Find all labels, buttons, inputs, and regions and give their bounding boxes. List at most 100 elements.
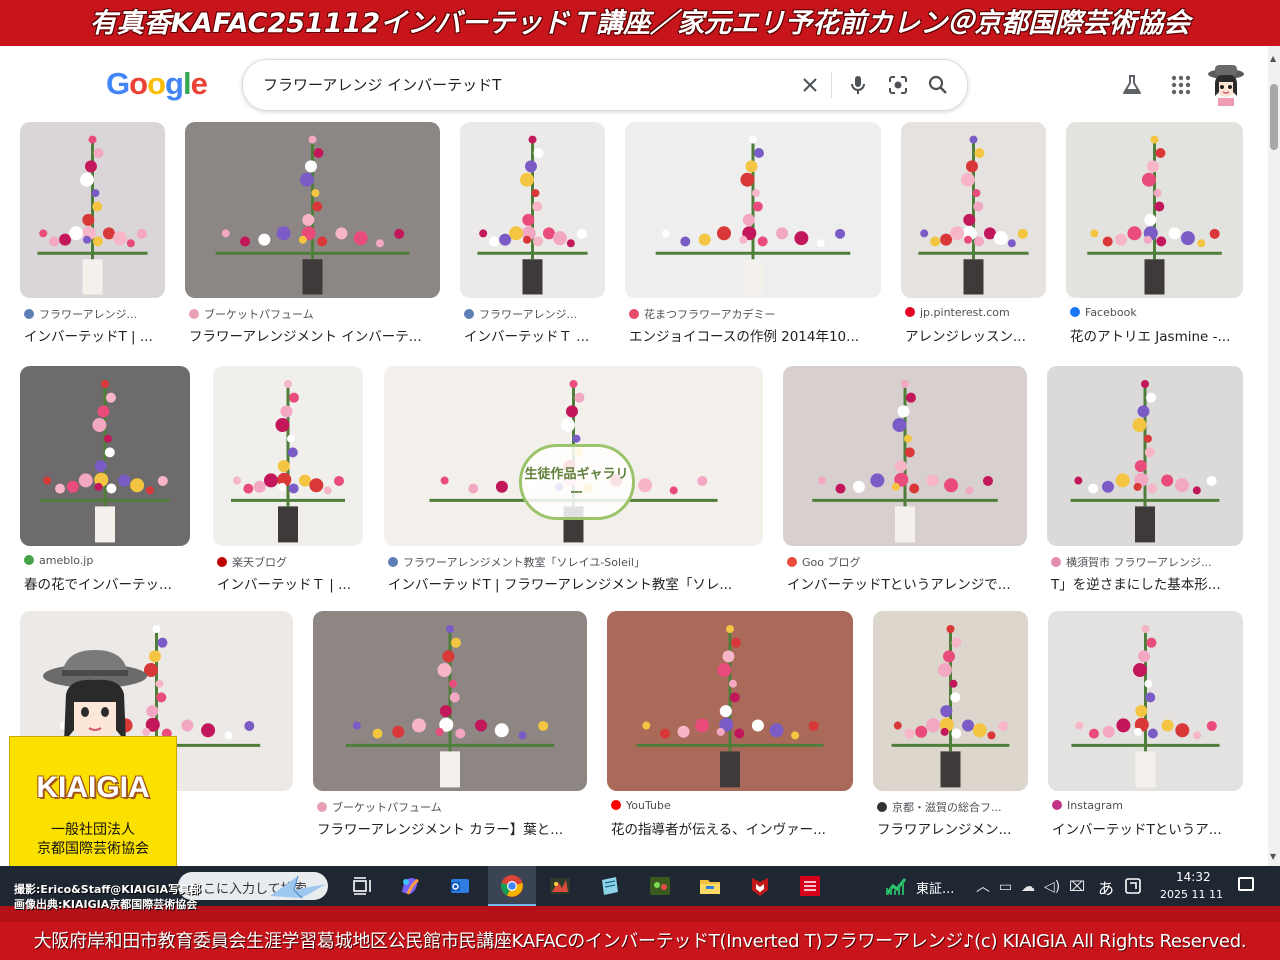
- copilot-icon[interactable]: [398, 874, 422, 898]
- search-icon[interactable]: [926, 73, 950, 97]
- result-title[interactable]: インバーテッドT | ...: [24, 325, 163, 345]
- mcafee-icon[interactable]: [748, 874, 772, 898]
- image-result-card[interactable]: 横須賀市 フラワーアレンジ... T」を逆さまにした基本形...: [1047, 366, 1243, 598]
- image-result-card[interactable]: ブーケットパフュームフラワーアレンジメント カラー】葉と...: [313, 611, 587, 843]
- result-source[interactable]: jp.pinterest.com: [905, 306, 1044, 319]
- result-thumbnail-image[interactable]: [901, 122, 1046, 298]
- scroll-down-arrow-icon[interactable]: ▼: [1270, 852, 1276, 861]
- task-view-icon[interactable]: [350, 874, 374, 898]
- labs-flask-icon[interactable]: [1121, 74, 1143, 96]
- result-source[interactable]: 横須賀市 フラワーアレンジ...: [1051, 554, 1241, 570]
- image-result-card[interactable]: フラワーアレンジ... インバーテッドＴ ...: [460, 122, 605, 350]
- result-title[interactable]: インバーテッドＴ | ...: [217, 573, 361, 593]
- result-title[interactable]: 花の指導者が伝える、インヴァー...: [611, 818, 851, 838]
- image-result-card[interactable]: フラワーアレンジ... インバーテッドT | ...: [20, 122, 165, 350]
- game-app-icon[interactable]: [548, 874, 572, 898]
- result-thumbnail-image[interactable]: 生徒作品ギャラリー: [384, 366, 763, 546]
- result-title[interactable]: T」を逆さまにした基本形...: [1051, 573, 1241, 593]
- result-source[interactable]: 京都・滋賀の総合フ...: [877, 799, 1026, 815]
- result-title[interactable]: インバーテッドTというアレンジで...: [787, 573, 1025, 593]
- mic-icon[interactable]: [846, 73, 870, 97]
- result-source[interactable]: Instagram: [1052, 799, 1241, 812]
- monster-game-icon[interactable]: [648, 874, 672, 898]
- google-logo[interactable]: Google: [106, 66, 208, 102]
- result-thumbnail-image[interactable]: [213, 366, 363, 546]
- scroll-up-arrow-icon[interactable]: ▲: [1270, 54, 1276, 63]
- bottom-caption-banner: 大阪府岸和田市教育委員会生涯学習葛城地区公民館市民講座KAFACのインバーテッド…: [0, 922, 1280, 960]
- result-source[interactable]: Facebook: [1070, 306, 1241, 319]
- notification-center-icon[interactable]: [1238, 877, 1254, 891]
- result-thumbnail-image[interactable]: [185, 122, 440, 298]
- result-title[interactable]: フラワーアレンジメント インバーテ...: [189, 325, 438, 345]
- image-result-card[interactable]: ブーケットパフュームフラワーアレンジメント インバーテ...: [185, 122, 440, 350]
- stock-widget-label[interactable]: 東証...: [916, 878, 954, 897]
- result-thumbnail-image[interactable]: [625, 122, 881, 298]
- lens-icon[interactable]: [886, 73, 910, 97]
- image-result-card[interactable]: 花まつフラワーアカデミーエンジョイコースの作例 2014年10...: [625, 122, 881, 350]
- result-source[interactable]: Goo ブログ: [787, 554, 1025, 570]
- image-result-card[interactable]: jp.pinterest.com アレンジレッスン...: [901, 122, 1046, 350]
- result-source[interactable]: フラワーアレンジ...: [464, 306, 603, 322]
- result-title[interactable]: 花のアトリエ Jasmine -...: [1070, 325, 1241, 345]
- result-thumbnail-image[interactable]: [20, 122, 165, 298]
- result-source[interactable]: ameblo.jp: [24, 554, 188, 567]
- page-scrollbar[interactable]: ▲ ▼: [1268, 46, 1280, 868]
- clock-time[interactable]: 14:32: [1176, 870, 1211, 884]
- chrome-icon[interactable]: [500, 874, 524, 898]
- apps-grid-icon[interactable]: [1170, 74, 1192, 96]
- result-source[interactable]: YouTube: [611, 799, 851, 812]
- image-result-card[interactable]: Goo ブログインバーテッドTというアレンジで...: [783, 366, 1027, 598]
- result-source[interactable]: 花まつフラワーアカデミー: [629, 306, 879, 322]
- result-source[interactable]: フラワーアレンジ...: [24, 306, 163, 322]
- result-title[interactable]: フラワーアレンジメント カラー】葉と...: [317, 818, 585, 838]
- file-explorer-icon[interactable]: [698, 874, 722, 898]
- image-result-card[interactable]: Instagram インバーテッドTというア...: [1048, 611, 1243, 843]
- result-title[interactable]: インバーテッドT | フラワーアレンジメント教室「ソレ...: [388, 573, 761, 593]
- image-result-card[interactable]: 生徒作品ギャラリーフラワーアレンジメント教室「ソレイユ-Soleil」インバーテ…: [384, 366, 763, 598]
- notes-app-icon[interactable]: [598, 874, 622, 898]
- result-title[interactable]: アレンジレッスン...: [905, 325, 1044, 345]
- result-title[interactable]: フラワアレンジメン...: [877, 818, 1026, 838]
- result-title[interactable]: インバーテッドTというア...: [1052, 818, 1241, 838]
- result-source-label: フラワーアレンジ...: [479, 308, 578, 321]
- result-thumbnail-image[interactable]: [607, 611, 853, 791]
- scrollbar-thumb[interactable]: [1270, 84, 1278, 150]
- result-thumbnail-image[interactable]: [1047, 366, 1243, 546]
- image-result-card[interactable]: 京都・滋賀の総合フ... フラワアレンジメン...: [873, 611, 1028, 843]
- avatar[interactable]: [1206, 62, 1246, 106]
- result-thumbnail-image[interactable]: [313, 611, 587, 791]
- system-tray-icons[interactable]: ︿ ▭ ☁ ◁) ⌧: [976, 876, 1085, 896]
- result-title[interactable]: 春の花でインバーテッ...: [24, 573, 188, 593]
- stock-chart-icon[interactable]: [884, 874, 908, 898]
- ime-pad-icon[interactable]: [1124, 877, 1142, 895]
- site-favicon-icon: [24, 555, 34, 565]
- result-source[interactable]: ブーケットパフューム: [189, 306, 438, 322]
- image-result-card[interactable]: YouTube 花の指導者が伝える、インヴァー...: [607, 611, 853, 843]
- clear-icon[interactable]: [798, 73, 822, 97]
- result-source[interactable]: フラワーアレンジメント教室「ソレイユ-Soleil」: [388, 554, 761, 570]
- image-result-card[interactable]: Facebook 花のアトリエ Jasmine -...: [1066, 122, 1243, 350]
- result-thumbnail-image[interactable]: [1048, 611, 1243, 791]
- image-result-card[interactable]: ameblo.jp 春の花でインバーテッ...: [20, 366, 190, 598]
- search-box[interactable]: フラワーアレンジ インバーテッドT: [242, 59, 968, 111]
- result-thumbnail-image[interactable]: [20, 366, 190, 546]
- result-source[interactable]: ブーケットパフューム: [317, 799, 585, 815]
- ime-mode-indicator[interactable]: あ: [1098, 875, 1114, 899]
- result-title[interactable]: エンジョイコースの作例 2014年10...: [629, 325, 879, 345]
- clock-date[interactable]: 2025 11 11: [1160, 888, 1223, 901]
- kiaigia-logo-org-name: 京都国際芸術協会: [37, 841, 149, 857]
- paper-crane-search-highlight-icon[interactable]: [268, 870, 328, 902]
- search-input[interactable]: フラワーアレンジ インバーテッドT: [263, 74, 501, 95]
- result-thumbnail-image[interactable]: [1066, 122, 1243, 298]
- result-source[interactable]: 楽天ブログ: [217, 554, 361, 570]
- result-thumbnail-image[interactable]: [460, 122, 605, 298]
- kiaigia-logo-name: KIAIGIA: [36, 771, 150, 804]
- image-result-card[interactable]: 楽天ブログインバーテッドＴ | ...: [213, 366, 363, 598]
- result-thumbnail-image[interactable]: [783, 366, 1027, 546]
- result-source-label: ブーケットパフューム: [332, 801, 442, 814]
- outlook-icon[interactable]: [448, 874, 472, 898]
- red-app-icon[interactable]: [798, 874, 822, 898]
- result-thumbnail-image[interactable]: [873, 611, 1028, 791]
- image-source-line: 画像出典:KIAIGIA京都国際芸術協会: [14, 898, 198, 911]
- result-title[interactable]: インバーテッドＴ ...: [464, 325, 603, 345]
